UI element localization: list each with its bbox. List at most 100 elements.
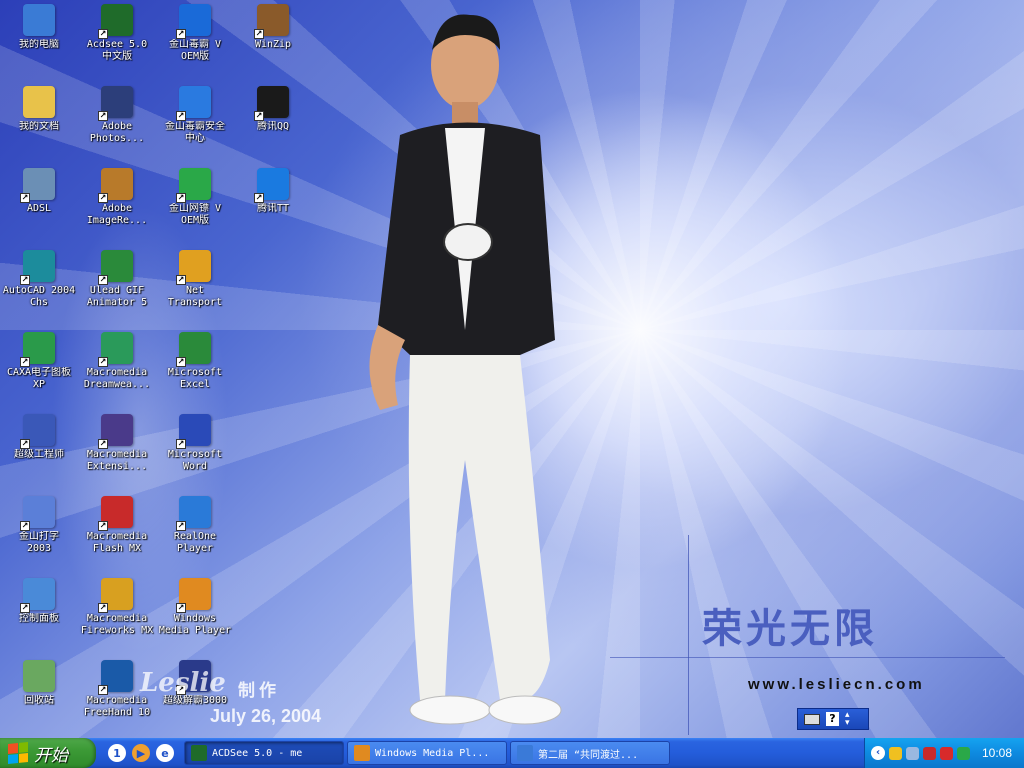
media-player-quick-icon[interactable]: ▶ bbox=[132, 744, 150, 762]
desktop-icon-label: Microsoft Excel bbox=[167, 367, 223, 390]
shortcut-arrow-icon: ↗ bbox=[176, 111, 186, 121]
desktop-icon[interactable]: ↗ RealOne Player bbox=[156, 496, 234, 576]
shortcut-arrow-icon: ↗ bbox=[176, 193, 186, 203]
desktop-icon[interactable]: ↗ 金山网镖 V OEM版 bbox=[156, 168, 234, 248]
ie-task-icon bbox=[517, 745, 533, 761]
desktop-icon[interactable]: ↗ 腾讯TT bbox=[234, 168, 312, 248]
wallpaper-signature: Leslie bbox=[140, 668, 226, 698]
desktop-icon[interactable]: ↗ Microsoft Word bbox=[156, 414, 234, 494]
shortcut-arrow-icon: ↗ bbox=[98, 439, 108, 449]
my-documents-icon bbox=[23, 86, 55, 118]
task-button[interactable]: ACDSee 5.0 - me bbox=[184, 741, 344, 765]
tt-icon: ↗ bbox=[254, 168, 289, 203]
desktop-icon[interactable]: ↗ Adobe Photos... bbox=[78, 86, 156, 166]
desktop-icon-label: Ulead GIF Animator 5 bbox=[86, 285, 148, 308]
control-panel-icon: ↗ bbox=[20, 578, 55, 613]
antivirus-tray-icon[interactable] bbox=[940, 746, 953, 760]
desktop-icon[interactable]: ↗ CAXA电子图板 XP bbox=[0, 332, 78, 412]
task-button-label: ACDSee 5.0 - me bbox=[212, 747, 303, 759]
desktop-icon[interactable]: ↗ Macromedia Fireworks MX bbox=[78, 578, 156, 658]
desktop-icon[interactable]: ↗ 超级工程师 bbox=[0, 414, 78, 494]
network-tray-icon[interactable] bbox=[906, 746, 919, 760]
desktop-icon-label: 金山打字 2003 bbox=[19, 531, 59, 554]
desktop-icon-label: AutoCAD 2004 Chs bbox=[2, 285, 76, 308]
shortcut-arrow-icon: ↗ bbox=[98, 685, 108, 695]
desktop-icon[interactable]: ↗ 控制面板 bbox=[0, 578, 78, 658]
desktop-icon[interactable]: ↗ Macromedia Dreamwea... bbox=[78, 332, 156, 412]
desktop-icon[interactable]: ↗ 金山毒霸安全 中心 bbox=[156, 86, 234, 166]
qq-icon: ↗ bbox=[254, 86, 289, 121]
imageready-icon: ↗ bbox=[98, 168, 133, 203]
desktop-icon-label: Macromedia FreeHand 10 bbox=[83, 695, 151, 718]
desktop-icon[interactable]: 我的文档 bbox=[0, 86, 78, 166]
keyboard-icon[interactable] bbox=[804, 713, 820, 725]
desktop-icon[interactable]: ↗ Ulead GIF Animator 5 bbox=[78, 250, 156, 330]
wallpaper-made: 制作 bbox=[238, 681, 280, 701]
tray-icons bbox=[889, 746, 970, 760]
desktop-icon[interactable]: 回收站 bbox=[0, 660, 78, 740]
desktop-icon-label: CAXA电子图板 XP bbox=[6, 367, 72, 390]
desktop-icon-label: Macromedia Extensi... bbox=[86, 449, 148, 472]
desktop-icon-label: 金山毒霸安全 中心 bbox=[165, 121, 225, 144]
start-button[interactable]: 开始 bbox=[0, 738, 96, 768]
ie-icon[interactable]: e bbox=[156, 744, 174, 762]
shortcut-arrow-icon: ↗ bbox=[98, 111, 108, 121]
desktop-icon-label: 腾讯QQ bbox=[256, 121, 290, 132]
wallpaper-title: 荣光无限 bbox=[702, 605, 878, 652]
network-icon: ↗ bbox=[20, 168, 55, 203]
desktop-icon-label: Acdsee 5.0 中文版 bbox=[86, 39, 148, 62]
desktop-icon-label: Microsoft Word bbox=[167, 449, 223, 472]
my-computer-icon bbox=[23, 4, 55, 36]
desktop-icon[interactable]: ↗ Microsoft Excel bbox=[156, 332, 234, 412]
desktop-icon-label: WinZip bbox=[254, 39, 292, 50]
media-player-task-icon bbox=[354, 745, 370, 761]
gif-animator-icon: ↗ bbox=[98, 250, 133, 285]
task-button[interactable]: 第二届 “共同渡过... bbox=[510, 741, 670, 765]
desktop-icon[interactable]: ↗ Windows Media Player bbox=[156, 578, 234, 658]
shortcut-arrow-icon: ↗ bbox=[98, 603, 108, 613]
desktop-icon[interactable]: ↗ WinZip bbox=[234, 4, 312, 84]
desktop-icon[interactable]: ↗ Acdsee 5.0 中文版 bbox=[78, 4, 156, 84]
help-icon[interactable]: ? bbox=[826, 712, 839, 726]
desktop-icon-label: Net Transport bbox=[167, 285, 223, 308]
start-label: 开始 bbox=[34, 745, 68, 766]
tt-tray-icon[interactable] bbox=[957, 746, 970, 760]
desktop-icon[interactable]: ↗ Adobe ImageRe... bbox=[78, 168, 156, 248]
shortcut-arrow-icon: ↗ bbox=[98, 357, 108, 367]
desktop-icon-label: Macromedia Dreamwea... bbox=[83, 367, 151, 390]
qq-tray-icon[interactable] bbox=[889, 746, 902, 760]
desktop-icon[interactable]: ↗ 金山打字 2003 bbox=[0, 496, 78, 576]
desktop-icon[interactable]: ↗ AutoCAD 2004 Chs bbox=[0, 250, 78, 330]
wallpaper-date: July 26, 2004 bbox=[210, 706, 322, 726]
shortcut-arrow-icon: ↗ bbox=[20, 275, 30, 285]
shortcut-arrow-icon: ↗ bbox=[98, 29, 108, 39]
desktop-icon[interactable]: ↗ Macromedia Flash MX bbox=[78, 496, 156, 576]
firewall-tray-icon[interactable] bbox=[923, 746, 936, 760]
wallpaper-person bbox=[369, 14, 562, 725]
security-center-icon: ↗ bbox=[176, 86, 211, 121]
show-desktop-icon[interactable]: 1 bbox=[108, 744, 126, 762]
shortcut-arrow-icon: ↗ bbox=[176, 603, 186, 613]
realone-icon: ↗ bbox=[176, 496, 211, 531]
desktop-icon[interactable]: 我的电脑 bbox=[0, 4, 78, 84]
show-hidden-icons-button[interactable]: ‹ bbox=[871, 746, 885, 760]
langbar-options-icon[interactable]: ▴ ▾ bbox=[845, 711, 850, 728]
desktop-icon-label: 控制面板 bbox=[19, 613, 59, 624]
desktop-icon[interactable]: ↗ Net Transport bbox=[156, 250, 234, 330]
language-bar[interactable]: ? ▴ ▾ bbox=[797, 708, 869, 730]
firewall-icon: ↗ bbox=[176, 168, 211, 203]
fireworks-icon: ↗ bbox=[98, 578, 133, 613]
caxa-icon: ↗ bbox=[20, 332, 55, 367]
shortcut-arrow-icon: ↗ bbox=[98, 193, 108, 203]
desktop-icon[interactable]: ↗ 金山毒霸 V OEM版 bbox=[156, 4, 234, 84]
acdsee-task-icon bbox=[191, 745, 207, 761]
desktop-icon-label: 我的文档 bbox=[19, 121, 59, 132]
media-player-icon: ↗ bbox=[176, 578, 211, 613]
task-button[interactable]: Windows Media Pl... bbox=[347, 741, 507, 765]
clock[interactable]: 10:08 bbox=[982, 746, 1024, 760]
desktop-icon-label: 我的电脑 bbox=[19, 39, 59, 50]
desktop-icon[interactable]: ↗ Macromedia Extensi... bbox=[78, 414, 156, 494]
desktop-icon[interactable]: ↗ 腾讯QQ bbox=[234, 86, 312, 166]
winzip-icon: ↗ bbox=[254, 4, 289, 39]
desktop-icon[interactable]: ↗ ADSL bbox=[0, 168, 78, 248]
